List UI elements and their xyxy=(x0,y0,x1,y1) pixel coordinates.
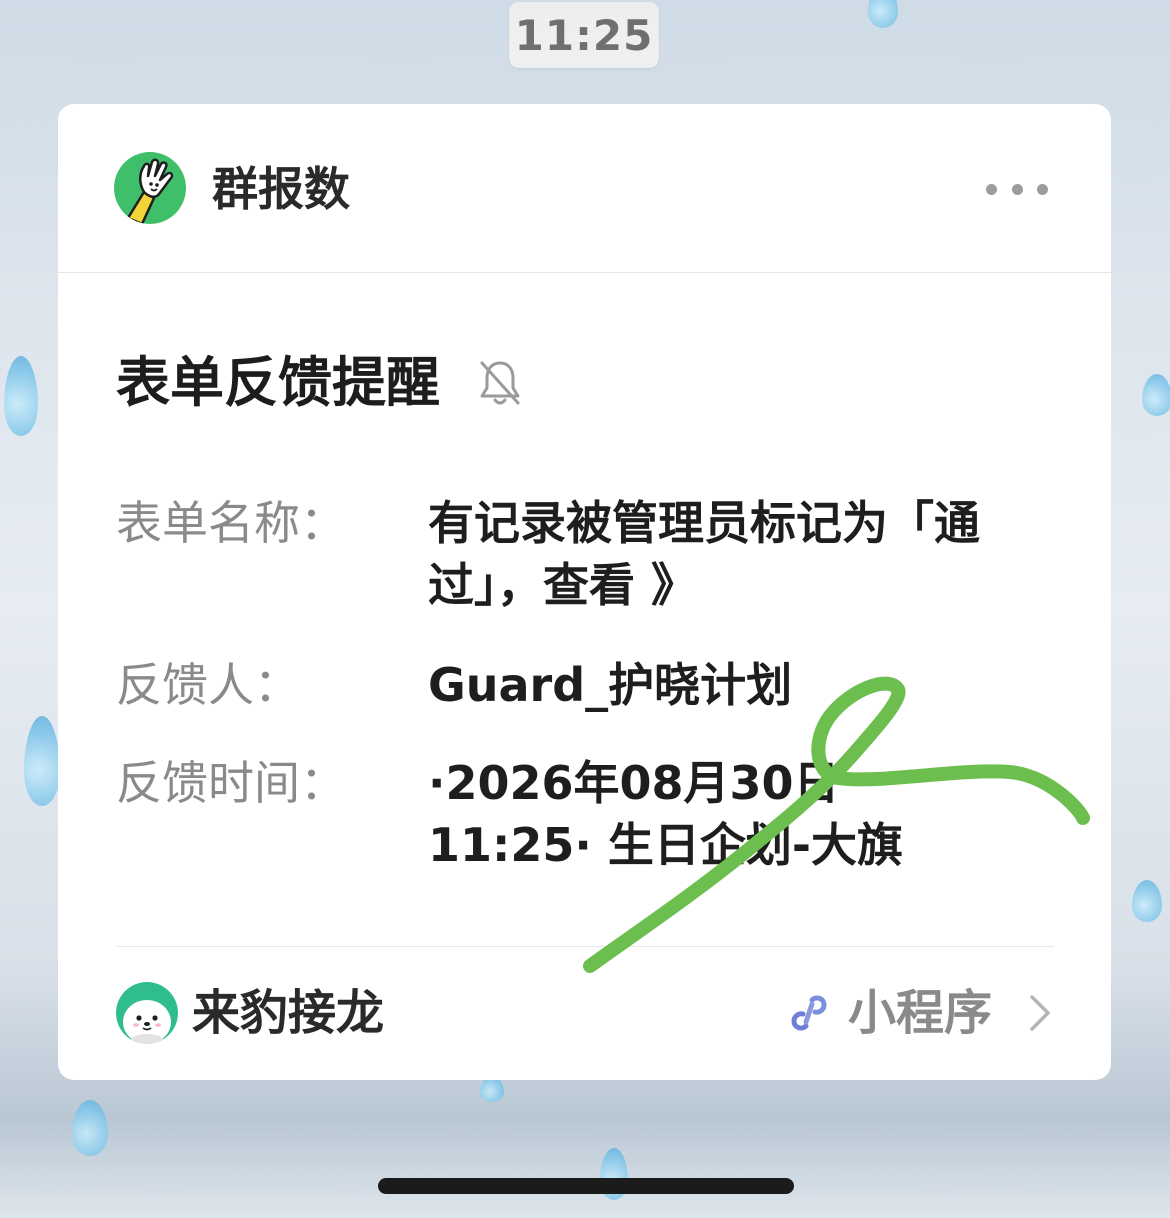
more-dots-icon[interactable] xyxy=(986,174,1048,204)
submitter-value: Guard_护晓计划 xyxy=(428,654,1058,716)
submitter-label: 反馈人： xyxy=(116,658,300,712)
mini-program-label: 小程序 xyxy=(847,985,992,1041)
footer-divider xyxy=(116,946,1054,947)
submitter-value-line: Guard_护晓计划 xyxy=(428,658,793,712)
seal-mascot-icon xyxy=(116,982,178,1044)
raindrop-decoration xyxy=(1132,880,1162,922)
raindrop-decoration xyxy=(4,356,38,436)
link-icon xyxy=(791,995,827,1031)
card-footer[interactable]: 来豹接龙 小程序 xyxy=(116,976,1054,1052)
feedback-time-value: ·2026年08月30日 11:25· 生日企划-大旗 xyxy=(428,752,1058,876)
app-name: 群报数 xyxy=(212,162,350,216)
raindrop-decoration xyxy=(24,716,60,806)
waving-hand-icon xyxy=(114,152,186,224)
card-title-row: 表单反馈提醒 xyxy=(116,348,524,418)
feedback-time-label: 反馈时间： xyxy=(116,756,346,810)
form-name-value-line: 有记录被管理员标记为「通 xyxy=(428,496,980,550)
source-app-name: 来豹接龙 xyxy=(192,985,385,1041)
form-name-value-line: 过」，查看 》 xyxy=(428,558,698,612)
mini-program-card[interactable]: 群报数 表单反馈提醒 表单名称： 有记录被管理员标记为「通 过」，查看 》 反馈… xyxy=(58,104,1111,1080)
feedback-time-value-line: ·2026年08月30日 xyxy=(428,756,840,810)
chevron-right-icon xyxy=(1030,995,1050,1031)
card-title: 表单反馈提醒 xyxy=(116,351,440,414)
bell-off-icon[interactable] xyxy=(476,357,524,409)
form-name-label: 表单名称： xyxy=(116,496,346,550)
message-timestamp: 11:25 xyxy=(509,2,659,68)
raindrop-decoration xyxy=(868,0,898,28)
card-header: 群报数 xyxy=(58,104,1111,273)
form-name-value[interactable]: 有记录被管理员标记为「通 过」，查看 》 xyxy=(428,492,1058,616)
raindrop-decoration xyxy=(72,1100,108,1156)
home-indicator[interactable] xyxy=(378,1178,794,1194)
raindrop-decoration xyxy=(1142,374,1170,416)
mini-program-link[interactable]: 小程序 xyxy=(786,980,1054,1046)
feedback-time-value-line: 11:25· 生日企划-大旗 xyxy=(428,818,904,872)
